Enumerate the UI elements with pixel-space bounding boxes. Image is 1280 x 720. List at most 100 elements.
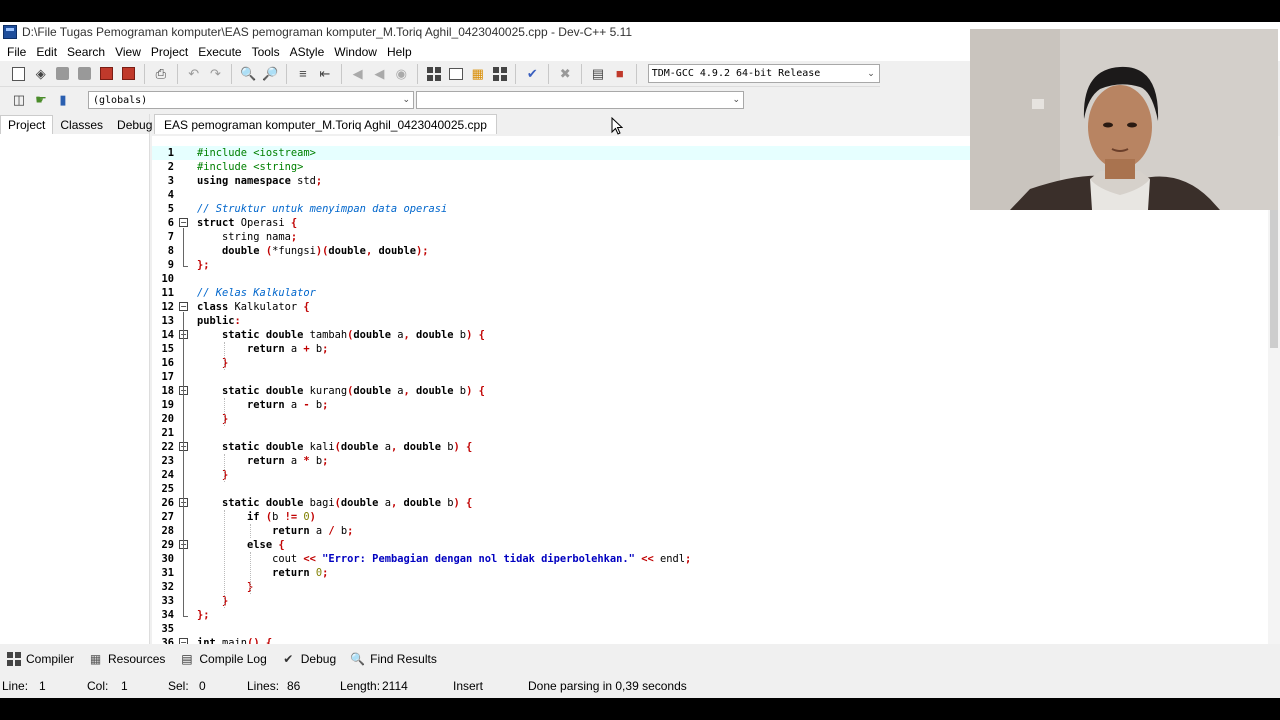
open-project-icon[interactable]: ◈	[31, 64, 51, 84]
line-number: 25	[161, 483, 174, 495]
menu-astyle[interactable]: AStyle	[285, 45, 330, 59]
code-token: ;	[685, 553, 692, 565]
tab-compile-log[interactable]: ▤ Compile Log	[179, 652, 267, 667]
print-icon[interactable]: ⎙	[151, 64, 171, 84]
compile-icon[interactable]	[424, 64, 444, 84]
code-line[interactable]: 22 static double kali(double a, double b…	[152, 440, 1268, 454]
code-line[interactable]: 6 struct Operasi {−	[152, 216, 1268, 230]
code-line[interactable]: 8 double (*fungsi)(double, double);	[152, 244, 1268, 258]
tab-debug-bottom[interactable]: ✔ Debug	[281, 652, 336, 667]
code-line[interactable]: 28 return a / b;	[152, 524, 1268, 538]
code-line[interactable]: 26 static double bagi(double a, double b…	[152, 496, 1268, 510]
scope-combo[interactable]: (globals) ⌄	[88, 91, 414, 109]
code-line[interactable]: 33 }	[152, 594, 1268, 608]
code-line[interactable]: 15 return a + b;	[152, 342, 1268, 356]
tab-compiler[interactable]: Compiler	[6, 652, 74, 667]
code-line[interactable]: 16 }	[152, 356, 1268, 370]
menu-file[interactable]: File	[2, 45, 31, 59]
indent-icon[interactable]: ≡	[293, 64, 313, 84]
code-line[interactable]: 18 static double kurang(double a, double…	[152, 384, 1268, 398]
code-editor[interactable]: 1 #include <iostream> 2 #include <string> 3 u…	[152, 136, 1268, 644]
code-line[interactable]: 7 string nama;	[152, 230, 1268, 244]
run-icon[interactable]	[446, 64, 466, 84]
unindent-icon[interactable]: ⇤	[315, 64, 335, 84]
redo-icon[interactable]: ↷	[206, 64, 226, 84]
code-line[interactable]: 35	[152, 622, 1268, 636]
code-text: static double kurang(double a, double b)…	[197, 384, 485, 398]
menu-search[interactable]: Search	[62, 45, 110, 59]
code-line[interactable]: 19 return a - b;	[152, 398, 1268, 412]
rebuild-icon[interactable]	[490, 64, 510, 84]
menu-help[interactable]: Help	[382, 45, 417, 59]
chart-icon[interactable]: ▤	[588, 64, 608, 84]
save-all-icon[interactable]	[74, 64, 94, 84]
code-line[interactable]: 12 class Kalkulator {−	[152, 300, 1268, 314]
code-token: using namespace	[197, 175, 291, 187]
fold-toggle-icon[interactable]: −	[179, 638, 188, 644]
menu-edit[interactable]: Edit	[31, 45, 62, 59]
code-line[interactable]: 14 static double tambah(double a, double…	[152, 328, 1268, 342]
toggle-icon[interactable]: ▮	[53, 90, 73, 110]
undo-icon[interactable]: ↶	[184, 64, 204, 84]
stop-icon[interactable]: ✖	[555, 64, 575, 84]
bookmark-icon[interactable]: ◉	[391, 64, 411, 84]
code-token: double	[340, 441, 379, 453]
fold-toggle-icon[interactable]: −	[179, 218, 188, 227]
code-line[interactable]: 30 cout << "Error: Pembagian dengan nol …	[152, 552, 1268, 566]
code-line[interactable]: 24 }	[152, 468, 1268, 482]
code-line[interactable]: 17	[152, 370, 1268, 384]
find-icon[interactable]: 🔍	[238, 64, 258, 84]
compiler-select[interactable]: TDM-GCC 4.9.2 64-bit Release ⌄	[647, 64, 880, 83]
tab-find-results[interactable]: 🔍 Find Results	[350, 652, 437, 667]
code-line[interactable]: 21	[152, 426, 1268, 440]
editor-file-tab[interactable]: EAS pemograman komputer_M.Toriq Aghil_04…	[154, 114, 497, 134]
close-all-icon[interactable]	[118, 64, 138, 84]
goto-forward-icon[interactable]: ◀	[370, 64, 390, 84]
code-line[interactable]: 25	[152, 482, 1268, 496]
compile-run-icon[interactable]: ▦	[468, 64, 488, 84]
debug-icon[interactable]: ■	[610, 64, 630, 84]
save-icon[interactable]	[53, 64, 73, 84]
syntax-check-icon[interactable]: ✔	[522, 64, 542, 84]
code-line[interactable]: 9};	[152, 258, 1268, 272]
project-panel: Project Classes Debug	[0, 114, 152, 644]
code-token: a	[378, 441, 391, 453]
menu-project[interactable]: Project	[146, 45, 193, 59]
code-token: b	[441, 441, 454, 453]
code-token: double	[353, 385, 391, 397]
menu-tools[interactable]: Tools	[247, 45, 285, 59]
tab-classes[interactable]: Classes	[53, 116, 110, 134]
close-icon[interactable]	[96, 64, 116, 84]
code-token: double	[197, 245, 266, 257]
code-line[interactable]: 36 int main() {−	[152, 636, 1268, 644]
members-combo[interactable]: ⌄	[416, 91, 744, 109]
vertical-scrollbar[interactable]	[1268, 136, 1280, 644]
code-token: ;	[322, 343, 329, 355]
code-line[interactable]: 23 return a * b;	[152, 454, 1268, 468]
status-lines-label: Lines:	[247, 679, 280, 693]
insert-icon[interactable]: ◫	[9, 90, 29, 110]
tab-project[interactable]: Project	[0, 115, 54, 134]
code-token: double	[378, 245, 417, 257]
code-line[interactable]: 29 else {−	[152, 538, 1268, 552]
code-line[interactable]: 32 }	[152, 580, 1268, 594]
new-file-icon[interactable]	[9, 64, 29, 84]
code-line[interactable]: 20 }	[152, 412, 1268, 426]
goto-icon[interactable]: ☛	[31, 90, 51, 110]
code-token: #include <iostream>	[197, 147, 316, 159]
goto-back-icon[interactable]: ◀	[348, 64, 368, 84]
replace-icon[interactable]: 🔎	[260, 64, 280, 84]
fold-toggle-icon[interactable]: −	[179, 302, 188, 311]
menu-window[interactable]: Window	[329, 45, 382, 59]
menu-execute[interactable]: Execute	[193, 45, 246, 59]
code-line[interactable]: 13 public:	[152, 314, 1268, 328]
code-line[interactable]: 27 if (b != 0)	[152, 510, 1268, 524]
code-line[interactable]: 11 // Kelas Kalkulator	[152, 286, 1268, 300]
code-line[interactable]: 34};	[152, 608, 1268, 622]
line-number: 34	[161, 609, 174, 621]
code-line[interactable]: 10	[152, 272, 1268, 286]
tab-resources[interactable]: ▦ Resources	[88, 652, 166, 667]
code-line[interactable]: 31 return 0;	[152, 566, 1268, 580]
status-col-label: Col:	[87, 679, 109, 693]
menu-view[interactable]: View	[110, 45, 146, 59]
